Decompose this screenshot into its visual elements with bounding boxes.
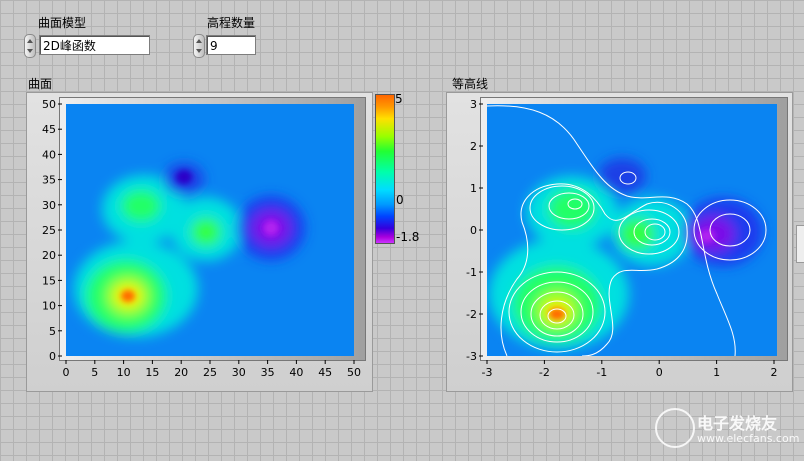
watermark-logo-icon <box>655 408 695 448</box>
contour-y-tick-label: -1 <box>466 266 477 279</box>
contour-x-tick-label: 0 <box>656 366 663 379</box>
surface-axes: 0 5 10 15 20 25 30 35 40 45 50 0 5 10 15 20 25 30 35 40 45 50 <box>42 98 361 379</box>
surface-y-tick-label: 45 <box>42 123 56 136</box>
surface-y-tick-label: 0 <box>49 350 56 363</box>
surface-y-tick-label: 35 <box>42 174 56 187</box>
surface-y-tick-label: 30 <box>42 199 56 212</box>
surface-x-tick-label: 35 <box>261 366 275 379</box>
elevation-count-label: 高程数量 <box>207 16 256 30</box>
arrow-down-icon[interactable] <box>27 49 33 53</box>
surface-graph-title: 曲面 <box>28 77 53 91</box>
colorbar[interactable] <box>375 94 395 244</box>
contour-x-tick-label: -1 <box>596 366 607 379</box>
surface-y-tick-label: 15 <box>42 274 56 287</box>
contour-x-tick-label: 2 <box>771 366 778 379</box>
contour-y-tick-label: 2 <box>470 140 477 153</box>
surface-x-tick-label: 0 <box>63 366 70 379</box>
surface-model-label: 曲面模型 <box>38 16 87 30</box>
arrow-up-icon[interactable] <box>27 39 33 43</box>
surface-x-tick-label: 5 <box>91 366 98 379</box>
surface-x-tick-label: 20 <box>174 366 188 379</box>
surface-model-spinner[interactable] <box>24 34 36 58</box>
arrow-up-icon[interactable] <box>196 39 202 43</box>
elevation-count-spinner[interactable] <box>193 34 205 58</box>
surface-model-field[interactable]: 2D峰函数 <box>39 35 150 55</box>
contour-y-tick-label: 0 <box>470 224 477 237</box>
contour-y-tick-label: -2 <box>466 308 477 321</box>
surface-x-tick-label: 25 <box>203 366 217 379</box>
contour-y-tick-label: -3 <box>466 350 477 363</box>
scrollbar-handle[interactable] <box>796 225 804 263</box>
contour-y-tick-label: 3 <box>470 98 477 111</box>
arrow-down-icon[interactable] <box>196 49 202 53</box>
contour-x-tick-label: 1 <box>713 366 720 379</box>
contour-graph-title: 等高线 <box>452 77 489 91</box>
colorbar-min-label: -1.8 <box>396 230 420 244</box>
watermark-line2: www.elecfans.com <box>697 432 800 445</box>
contour-x-tick-label: -2 <box>539 366 550 379</box>
contour-y-tick-label: 1 <box>470 182 477 195</box>
colorbar-mid-label: 0 <box>396 193 404 207</box>
surface-y-tick-label: 25 <box>42 224 56 237</box>
surface-x-tick-label: 30 <box>232 366 246 379</box>
surface-x-tick-label: 15 <box>145 366 159 379</box>
surface-y-tick-label: 20 <box>42 249 56 262</box>
surface-x-tick-label: 10 <box>117 366 131 379</box>
elevation-count-field[interactable]: 9 <box>206 35 256 55</box>
surface-x-tick-label: 50 <box>347 366 361 379</box>
surface-x-tick-label: 40 <box>289 366 303 379</box>
surface-x-tick-label: 45 <box>318 366 332 379</box>
contour-x-tick-label: -3 <box>482 366 493 379</box>
surface-y-tick-label: 10 <box>42 300 56 313</box>
surface-y-tick-label: 5 <box>49 325 56 338</box>
contour-axes: -3 -2 -1 0 1 2 -3 -2 -1 0 1 2 3 <box>466 98 778 379</box>
colorbar-max-label: 5 <box>395 92 403 106</box>
surface-y-tick-label: 40 <box>42 148 56 161</box>
watermark-line1: 电子发烧友 <box>697 414 778 433</box>
surface-y-tick-label: 50 <box>42 98 56 111</box>
